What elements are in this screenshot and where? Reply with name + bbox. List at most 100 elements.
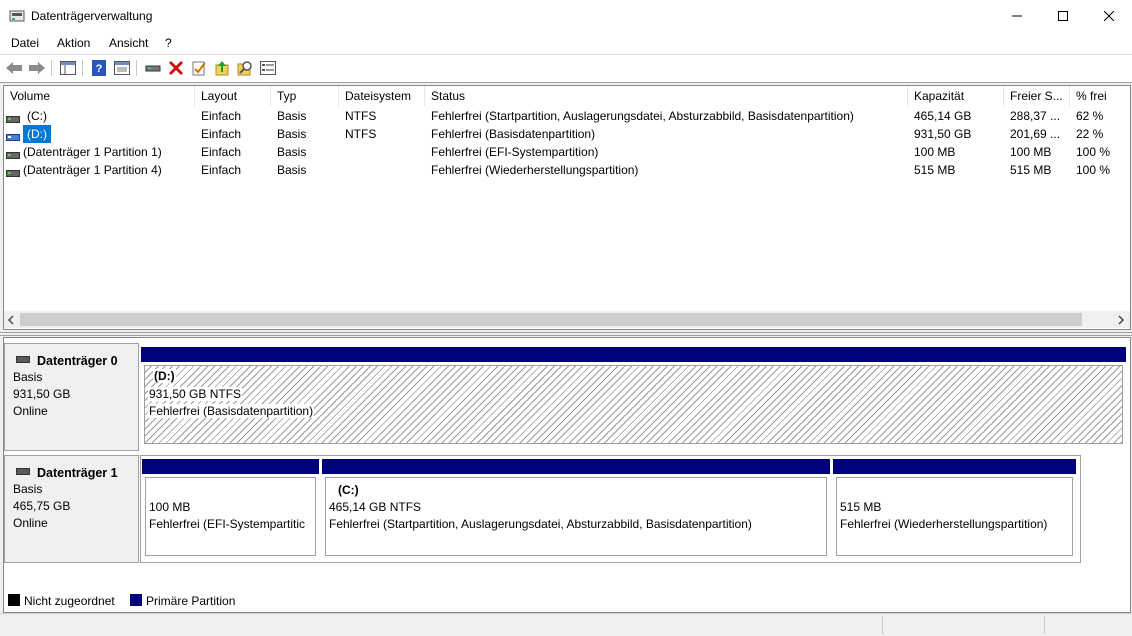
status-bar <box>0 613 1132 636</box>
svg-text:?: ? <box>96 63 103 75</box>
volume-name: (C:) <box>27 109 47 123</box>
partition-efi[interactable]: 100 MB Fehlerfrei (EFI-Systempartitic <box>142 459 319 559</box>
export-up-icon <box>215 61 229 76</box>
partition-size: 465,14 GB NTFS <box>329 500 422 514</box>
properties-icon <box>114 61 130 75</box>
partition-status: Fehlerfrei (Basisdatenpartition) <box>148 404 315 418</box>
maximize-icon <box>1058 11 1068 21</box>
disk-1-label[interactable]: Datenträger 1 Basis 465,75 GB Online <box>4 455 139 563</box>
legend-unallocated-swatch <box>8 594 20 606</box>
legend-primary-swatch <box>130 594 142 606</box>
minimize-button[interactable] <box>994 0 1040 32</box>
partition-size: 100 MB <box>149 500 191 514</box>
drive-icon <box>6 148 20 159</box>
primary-partition-bar <box>141 347 1126 362</box>
capacity-cell: 931,50 GB <box>914 127 972 141</box>
layout-cell: Einfach <box>201 127 242 141</box>
window-title: Datenträgerverwaltung <box>31 9 153 23</box>
menu-ansicht[interactable]: Ansicht <box>109 36 148 50</box>
maximize-button[interactable] <box>1040 0 1086 32</box>
list-view-button[interactable] <box>258 59 278 77</box>
back-icon <box>6 62 22 74</box>
disk-type: Basis <box>13 370 43 384</box>
horizontal-scrollbar[interactable] <box>4 311 1130 328</box>
disk-type: Basis <box>13 482 43 496</box>
scrollbar-thumb[interactable] <box>20 313 1082 326</box>
column-header-status[interactable]: Status <box>425 86 908 106</box>
partition-body-selected: (D:) 931,50 GB NTFS Fehlerfrei (Basisdat… <box>144 365 1123 444</box>
free-space-cell: 201,69 ... <box>1010 127 1061 141</box>
primary-partition-bar <box>322 459 830 474</box>
partition-body: (C:) 465,14 GB NTFS Fehlerfrei (Startpar… <box>325 477 827 556</box>
capacity-cell: 515 MB <box>914 163 956 177</box>
disk-0-label[interactable]: Datenträger 0 Basis 931,50 GB Online <box>4 343 139 451</box>
column-header-typ[interactable]: Typ <box>271 86 339 106</box>
status-bar-separator <box>1044 616 1045 634</box>
menu-datei[interactable]: Datei <box>11 36 39 50</box>
title-bar <box>0 0 1132 32</box>
toolbar-separator <box>82 60 83 76</box>
search-button[interactable] <box>235 59 255 77</box>
partition-status: Fehlerfrei (EFI-Systempartitic <box>149 517 306 531</box>
layout-cell: Einfach <box>201 145 242 159</box>
column-header-freier-speicher[interactable]: Freier S... <box>1004 86 1070 106</box>
show-hide-console-tree-button[interactable] <box>58 59 78 77</box>
back-button[interactable] <box>4 59 24 77</box>
percent-free-cell: 62 % <box>1076 109 1104 123</box>
menu-aktion[interactable]: Aktion <box>57 36 90 50</box>
column-header-kapazitaet[interactable]: Kapazität <box>908 86 1004 106</box>
connect-disk-button[interactable] <box>143 59 163 77</box>
show-hide-console-tree-icon <box>60 61 76 75</box>
menu-help[interactable]: ? <box>165 36 172 50</box>
type-cell: Basis <box>277 145 307 159</box>
close-button[interactable] <box>1086 0 1132 32</box>
type-cell: Basis <box>277 127 307 141</box>
scroll-left-icon[interactable] <box>7 314 15 328</box>
status-cell: Fehlerfrei (Startpartition, Auslagerungs… <box>431 109 854 123</box>
drive-icon <box>6 112 20 123</box>
help-button[interactable]: ? <box>89 59 109 77</box>
disk-name: Datenträger 0 <box>37 354 118 368</box>
percent-free-cell: 100 % <box>1076 163 1111 177</box>
percent-free-cell: 100 % <box>1076 145 1111 159</box>
forward-button[interactable] <box>27 59 47 77</box>
properties-button[interactable] <box>112 59 132 77</box>
forward-icon <box>29 62 45 74</box>
connect-disk-icon <box>145 65 161 72</box>
disk-name: Datenträger 1 <box>37 466 118 480</box>
primary-partition-bar <box>833 459 1076 474</box>
percent-free-cell: 22 % <box>1076 127 1104 141</box>
close-icon <box>1104 11 1114 21</box>
capacity-cell: 465,14 GB <box>914 109 972 123</box>
type-cell: Basis <box>277 163 307 177</box>
minimize-icon <box>1012 15 1022 17</box>
disk-icon <box>16 468 30 475</box>
checklist-icon <box>192 61 206 76</box>
drive-icon <box>6 166 20 177</box>
partition-status: Fehlerfrei (Wiederherstellungspartition) <box>840 517 1048 531</box>
partition-recovery[interactable]: 515 MB Fehlerfrei (Wiederherstellungspar… <box>833 459 1076 559</box>
delete-button[interactable] <box>166 59 186 77</box>
partition-label: (D:) <box>153 369 176 383</box>
scroll-right-icon[interactable] <box>1117 314 1125 328</box>
partition-c[interactable]: (C:) 465,14 GB NTFS Fehlerfrei (Startpar… <box>322 459 830 559</box>
partition-d[interactable]: (D:) 931,50 GB NTFS Fehlerfrei (Basisdat… <box>141 347 1126 447</box>
status-bar-separator <box>882 616 883 634</box>
column-header-volume[interactable]: Volume <box>4 86 195 106</box>
capacity-cell: 100 MB <box>914 145 956 159</box>
checklist-button[interactable] <box>189 59 209 77</box>
pane-splitter[interactable] <box>0 332 1132 336</box>
volume-name-selected: (D:) <box>23 125 51 143</box>
partition-size: 515 MB <box>840 500 882 514</box>
disk-icon <box>16 356 30 363</box>
export-up-button[interactable] <box>212 59 232 77</box>
partition-body: 100 MB Fehlerfrei (EFI-Systempartitic <box>145 477 316 556</box>
column-header-prozent-frei[interactable]: % frei <box>1070 86 1130 106</box>
volume-name: (Datenträger 1 Partition 1) <box>23 145 162 159</box>
disk-state: Online <box>13 404 48 418</box>
free-space-cell: 100 MB <box>1010 145 1052 159</box>
column-header-layout[interactable]: Layout <box>195 86 271 106</box>
delete-icon <box>168 60 184 76</box>
column-header-dateisystem[interactable]: Dateisystem <box>339 86 425 106</box>
disk-size: 465,75 GB <box>13 499 71 513</box>
